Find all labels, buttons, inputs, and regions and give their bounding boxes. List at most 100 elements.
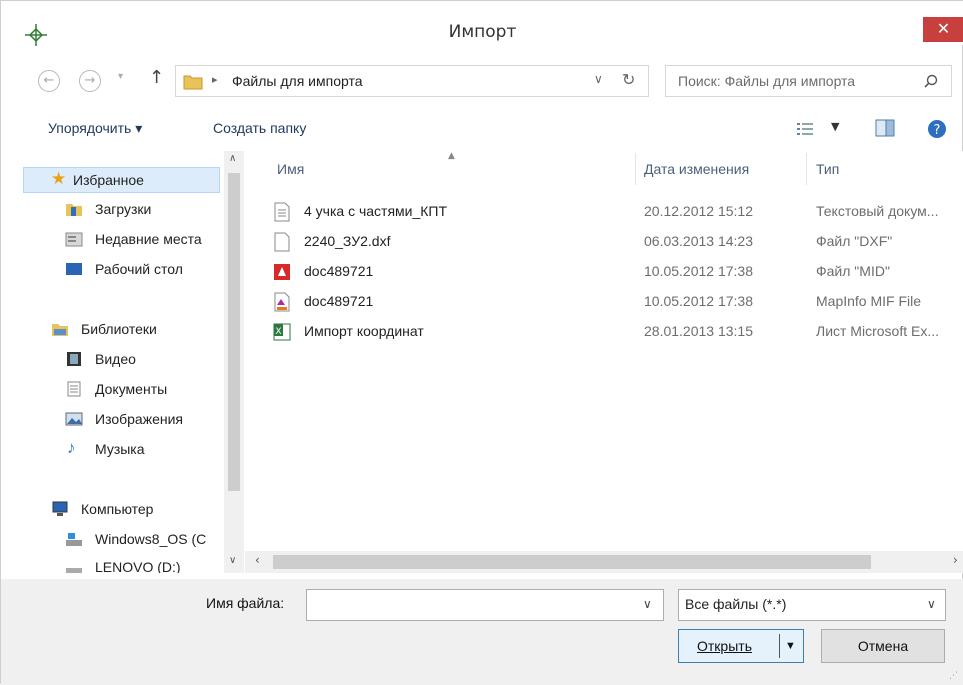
breadcrumb-current-folder[interactable]: Файлы для импорта: [232, 73, 363, 89]
file-type: MapInfo MIF File: [816, 293, 922, 309]
filename-label: Имя файла:: [206, 595, 285, 611]
desktop-icon: [66, 263, 82, 275]
column-header-date[interactable]: Дата изменения: [644, 161, 749, 177]
search-box[interactable]: Поиск: Файлы для импорта: [665, 65, 952, 97]
sidebar-item-label: Изображения: [95, 411, 183, 427]
sidebar-item-label: Рабочий стол: [95, 261, 183, 277]
mid-file-icon: [274, 264, 290, 280]
svg-text:X: X: [275, 327, 281, 337]
search-input[interactable]: Поиск: Файлы для импорта: [678, 73, 855, 89]
file-type: Лист Microsoft Ex...: [816, 323, 939, 339]
file-date: 20.12.2012 15:12: [644, 203, 753, 219]
folder-icon: [183, 75, 203, 90]
music-icon: ♪: [67, 438, 76, 457]
sidebar-item-label: Компьютер: [81, 501, 154, 517]
scrollbar-thumb[interactable]: [273, 555, 871, 569]
file-row[interactable]: doc489721 10.05.2012 17:38 Файл "MID": [245, 257, 963, 287]
drive-d-icon: [66, 568, 82, 573]
help-icon[interactable]: ?: [927, 119, 947, 139]
back-button[interactable]: ←: [38, 70, 60, 92]
sidebar-item-label: LENOVO (D:): [95, 559, 181, 573]
sidebar-item-label: Документы: [95, 381, 168, 397]
scroll-down-icon[interactable]: ∨: [229, 555, 236, 566]
navigation-pane: ★ Избранное Загрузки Недавние места Рабо…: [23, 151, 245, 573]
pictures-icon: [65, 412, 83, 426]
preview-pane-icon[interactable]: [875, 119, 895, 137]
file-name: Импорт координат: [304, 323, 424, 339]
open-button[interactable]: Открыть ▼: [678, 629, 804, 663]
video-icon: [67, 352, 81, 366]
blank-file-icon: [274, 232, 290, 252]
column-divider[interactable]: [635, 153, 636, 185]
file-name: 4 учка с частями_КПТ: [304, 203, 448, 219]
documents-icon: [67, 381, 81, 397]
file-date: 06.03.2013 14:23: [644, 233, 753, 249]
file-name: 2240_ЗУ2.dxf: [304, 233, 391, 249]
scroll-right-icon[interactable]: ›: [953, 553, 958, 567]
sidebar-item-label: Windows8_OS (C: [95, 531, 207, 547]
title-bar: Импорт ✕: [1, 1, 963, 46]
address-dropdown-icon[interactable]: ∨: [594, 72, 603, 86]
libraries-icon: [52, 324, 68, 336]
file-type: Файл "DXF": [816, 233, 893, 249]
scrollbar-thumb[interactable]: [228, 173, 240, 491]
scroll-up-icon[interactable]: ∧: [229, 153, 236, 164]
svg-text:?: ?: [934, 123, 941, 138]
window-title: Импорт: [448, 22, 517, 42]
file-type-filter-value[interactable]: Все файлы (*.*): [685, 596, 786, 612]
up-arrow-icon[interactable]: ↑: [149, 67, 164, 88]
filename-dropdown-icon[interactable]: ∨: [643, 597, 652, 611]
file-date: 10.05.2012 17:38: [644, 293, 753, 309]
file-type-filter[interactable]: Все файлы (*.*) ∨: [678, 589, 946, 621]
file-row[interactable]: X Импорт координат 28.01.2013 13:15 Лист…: [245, 317, 963, 347]
file-type: Файл "MID": [816, 263, 890, 279]
file-name: doc489721: [304, 293, 374, 309]
file-row[interactable]: 2240_ЗУ2.dxf 06.03.2013 14:23 Файл "DXF": [245, 227, 963, 257]
file-name: doc489721: [304, 263, 374, 279]
open-button-label: Открыть: [697, 638, 752, 654]
close-button[interactable]: ✕: [923, 17, 963, 42]
sort-arrow-icon: ▲: [448, 151, 455, 161]
sidebar-item-label: Музыка: [95, 441, 145, 457]
file-date: 28.01.2013 13:15: [644, 323, 753, 339]
view-options-icon[interactable]: [796, 121, 814, 137]
file-type: Текстовый докум...: [816, 203, 939, 219]
excel-file-icon: X: [273, 323, 291, 341]
column-header-name[interactable]: Имя: [277, 161, 304, 177]
mif-file-icon: [274, 292, 290, 312]
filename-input[interactable]: ∨: [306, 589, 664, 621]
drive-c-icon: [66, 533, 82, 546]
file-row[interactable]: 4 учка с частями_КПТ 20.12.2012 15:12 Те…: [245, 197, 963, 227]
file-date: 10.05.2012 17:38: [644, 263, 753, 279]
file-row[interactable]: doc489721 10.05.2012 17:38 MapInfo MIF F…: [245, 287, 963, 317]
import-dialog: Импорт ✕ ← → ▾ ↑ ▸ Файлы для импорта ∨ ↻…: [0, 0, 963, 685]
forward-button[interactable]: →: [79, 70, 101, 92]
text-file-icon: [274, 202, 290, 222]
scroll-left-icon[interactable]: ‹: [255, 553, 260, 567]
column-divider[interactable]: [806, 153, 807, 185]
cancel-button[interactable]: Отмена: [821, 629, 945, 663]
open-dropdown-icon[interactable]: ▼: [785, 630, 796, 662]
breadcrumb-separator-icon[interactable]: ▸: [212, 73, 218, 86]
recent-locations-dropdown-icon[interactable]: ▾: [118, 71, 123, 82]
column-header-type[interactable]: Тип: [816, 161, 839, 177]
new-folder-button[interactable]: Создать папку: [213, 120, 306, 136]
sidebar-item-label: Библиотеки: [81, 321, 157, 337]
navigation-pane-scrollbar[interactable]: ∧ ∨: [224, 151, 244, 573]
resize-grip-icon[interactable]: ⋰: [949, 671, 958, 681]
recent-places-icon: [65, 232, 83, 247]
address-bar[interactable]: ▸ Файлы для импорта ∨ ↻: [175, 65, 649, 97]
computer-icon: [52, 501, 68, 516]
file-list-scrollbar[interactable]: ‹ ›: [245, 551, 963, 573]
view-dropdown-icon[interactable]: ▼: [831, 120, 839, 133]
sidebar-item-label: Избранное: [73, 172, 144, 188]
refresh-icon[interactable]: ↻: [622, 70, 635, 89]
file-list: ▲ Имя Дата изменения Тип 4 учка с частям…: [245, 151, 963, 573]
search-icon[interactable]: [924, 74, 938, 88]
sidebar-item-label: Загрузки: [95, 201, 152, 217]
filter-dropdown-icon[interactable]: ∨: [927, 597, 936, 611]
split-divider: [779, 634, 780, 658]
organize-menu[interactable]: Упорядочить ▾: [48, 120, 142, 137]
star-icon: ★: [51, 169, 67, 188]
sidebar-item-label: Недавние места: [95, 231, 202, 247]
